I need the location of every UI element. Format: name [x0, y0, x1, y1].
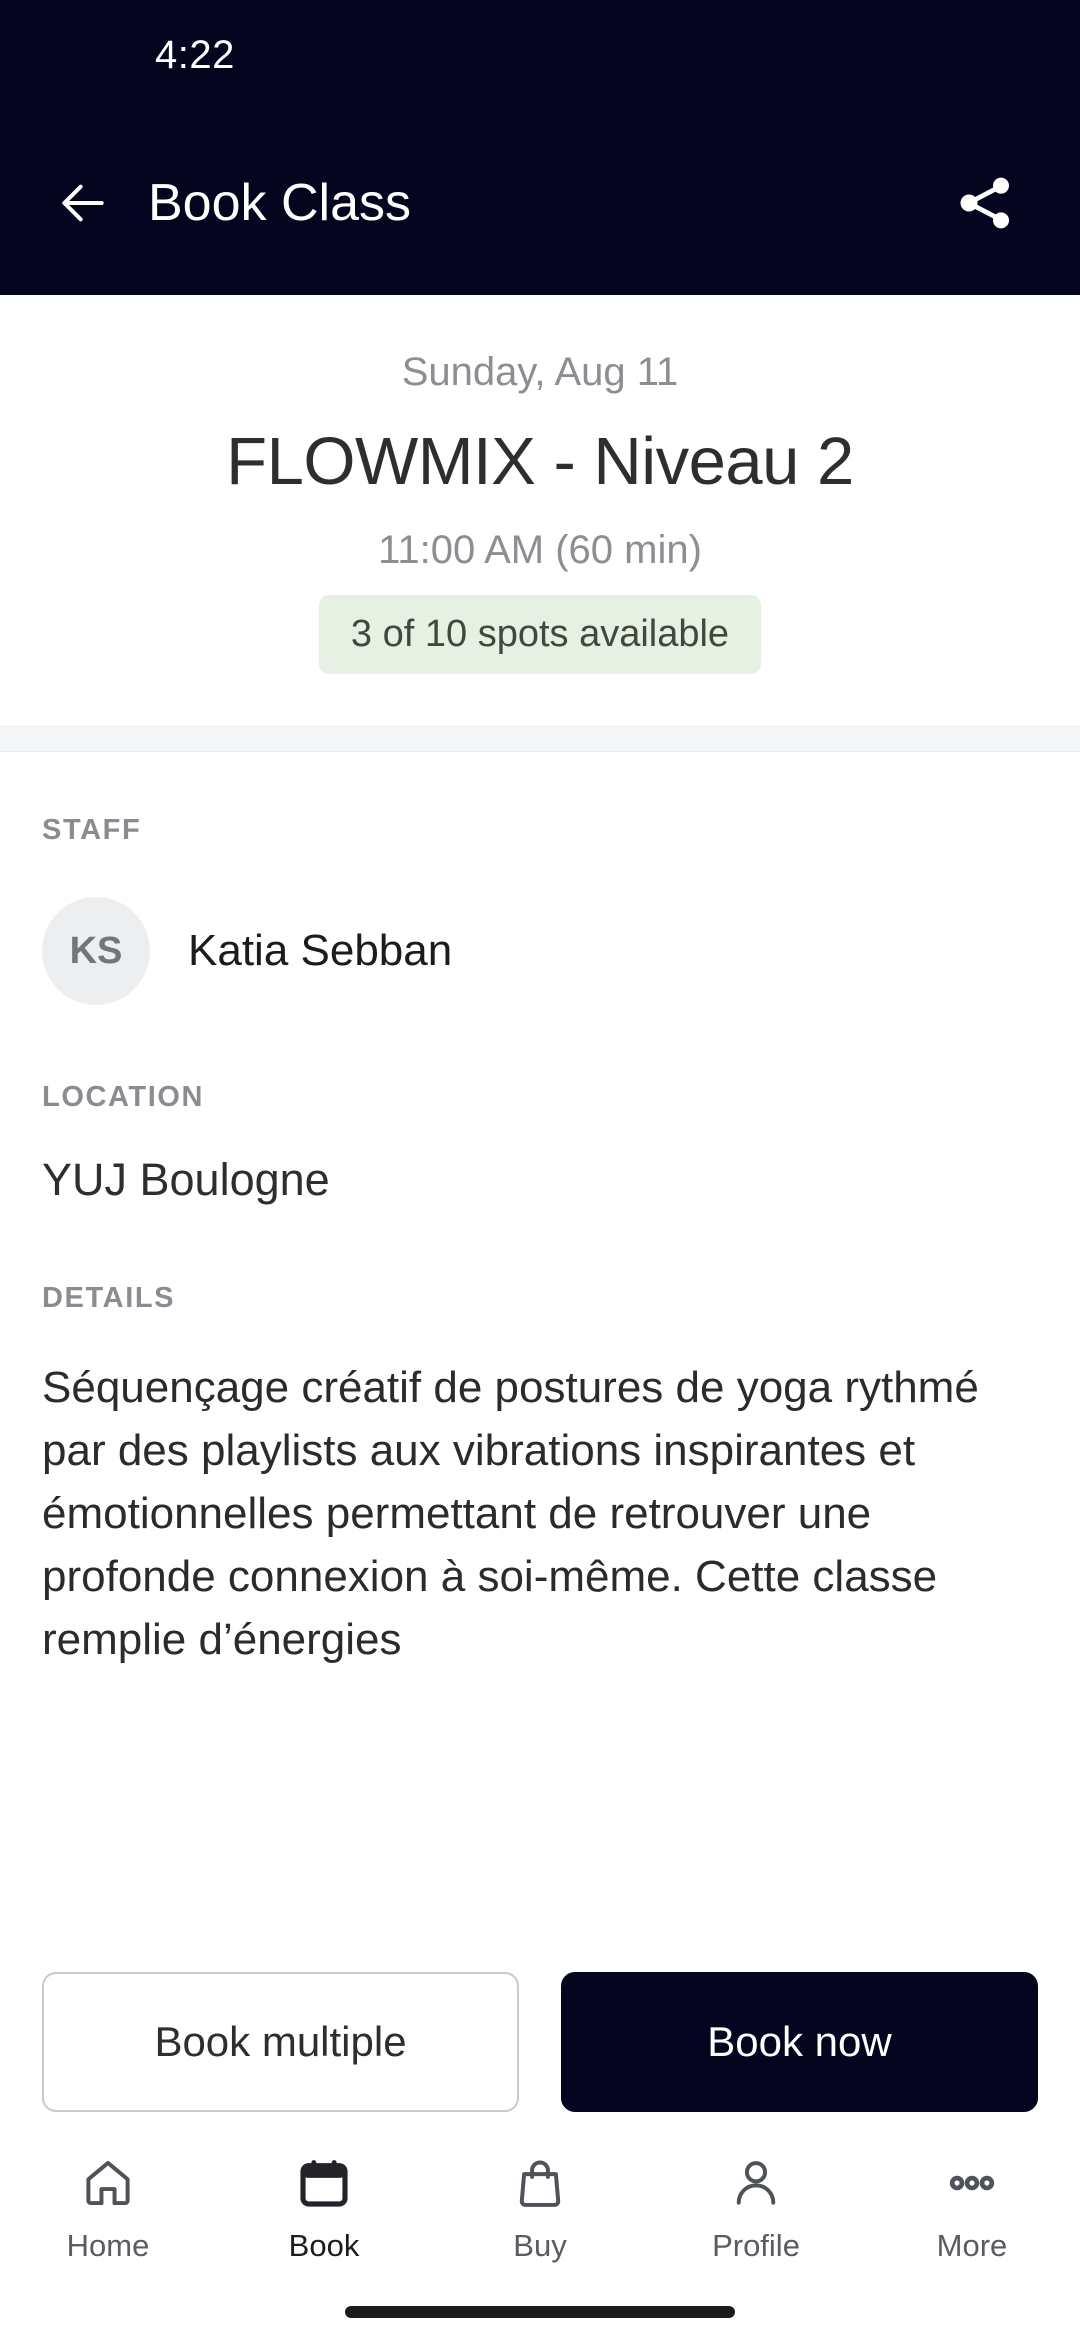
book-multiple-button[interactable]: Book multiple	[42, 1972, 519, 2112]
nav-label-buy: Buy	[513, 2228, 567, 2263]
nav-label-more: More	[936, 2228, 1008, 2263]
book-now-button[interactable]: Book now	[561, 1972, 1038, 2112]
book-class-screen: 4:22 Book Class Sunday, Aug 11 FLOWMIX -…	[0, 0, 1080, 2340]
nav-item-book[interactable]: Book	[216, 2152, 432, 2264]
home-indicator	[345, 2306, 735, 2318]
back-button[interactable]	[48, 168, 118, 238]
arrow-left-icon	[62, 184, 104, 221]
spots-available-badge: 3 of 10 spots available	[318, 595, 762, 674]
more-dots-icon	[941, 2152, 1003, 2214]
nav-item-buy[interactable]: Buy	[432, 2152, 648, 2264]
section-divider	[0, 726, 1080, 752]
staff-name: Katia Sebban	[188, 926, 453, 975]
calendar-icon	[293, 2152, 355, 2214]
action-bar: Book multiple Book now	[0, 1958, 1080, 2126]
nav-label-book: Book	[288, 2228, 360, 2263]
page-title: Book Class	[148, 173, 411, 232]
app-bar: Book Class	[0, 110, 1080, 295]
staff-row[interactable]: KS Katia Sebban	[42, 897, 1038, 1005]
location-value: YUJ Boulogne	[42, 1154, 330, 1205]
avatar: KS	[42, 897, 150, 1005]
nav-label-home: Home	[66, 2228, 150, 2263]
details-description: Séquençage créatif de postures de yoga r…	[42, 1363, 979, 1664]
nav-item-more[interactable]: More	[864, 2152, 1080, 2264]
class-date: Sunday, Aug 11	[401, 350, 679, 394]
class-summary: Sunday, Aug 11 FLOWMIX - Niveau 2 11:00 …	[0, 295, 1080, 726]
nav-item-profile[interactable]: Profile	[648, 2152, 864, 2264]
staff-section-label: STAFF	[42, 814, 142, 846]
details-section-label: DETAILS	[42, 1282, 176, 1314]
shopping-bag-icon	[509, 2152, 571, 2214]
home-icon	[77, 2152, 139, 2214]
nav-item-home[interactable]: Home	[0, 2152, 216, 2264]
status-bar-clock: 4:22	[155, 32, 235, 77]
nav-label-profile: Profile	[712, 2228, 800, 2263]
status-bar: 4:22	[0, 0, 1080, 110]
location-section-label: LOCATION	[42, 1081, 205, 1113]
person-icon	[725, 2152, 787, 2214]
class-name: FLOWMIX - Niveau 2	[226, 424, 854, 499]
class-time-duration: 11:00 AM (60 min)	[378, 528, 702, 572]
share-icon	[960, 177, 1009, 228]
share-button[interactable]	[946, 164, 1024, 242]
